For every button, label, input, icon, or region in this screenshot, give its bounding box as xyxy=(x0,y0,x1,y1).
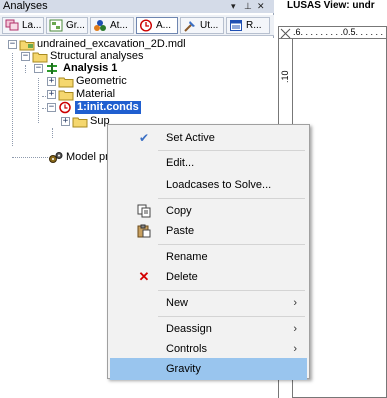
dock-pin-icon[interactable]: ⊥ xyxy=(244,0,252,12)
analyses-icon xyxy=(139,19,153,32)
tree-connector xyxy=(12,157,48,158)
panel-title: Analyses xyxy=(3,0,48,12)
tree-connector xyxy=(38,78,39,123)
tab-analyses[interactable]: A... xyxy=(136,17,178,34)
context-menu: ✔ Set Active Edit... Loadcases to Solve.… xyxy=(107,124,310,380)
utilities-icon xyxy=(184,21,195,32)
expand-toggle[interactable]: + xyxy=(61,117,70,126)
loadcase-clock-icon xyxy=(59,101,71,114)
submenu-arrow-icon: › xyxy=(293,343,297,355)
menu-separator xyxy=(158,316,305,317)
tree-node-label: Analysis 1 xyxy=(63,62,118,74)
submenu-arrow-icon: › xyxy=(293,323,297,335)
menu-item-label: Loadcases to Solve... xyxy=(166,179,272,191)
tree-connector xyxy=(52,128,53,138)
paste-icon xyxy=(137,224,151,238)
tab-label: La... xyxy=(22,20,42,31)
menu-item-label: Copy xyxy=(166,205,192,217)
folder-icon xyxy=(58,77,74,88)
folder-icon xyxy=(72,117,88,128)
tree-node-label: Material xyxy=(76,88,116,100)
tab-label: At... xyxy=(110,20,128,31)
menu-item-new[interactable]: New › xyxy=(110,292,307,314)
tree-connector xyxy=(25,65,26,73)
menu-item-gravity[interactable]: Gravity xyxy=(110,358,307,380)
expand-toggle[interactable]: + xyxy=(47,77,56,86)
menu-separator xyxy=(158,244,305,245)
menu-item-loadcases-to-solve[interactable]: Loadcases to Solve... xyxy=(110,174,307,196)
attributes-icon xyxy=(94,20,106,31)
menu-item-label: Deassign xyxy=(166,323,212,335)
collapse-toggle[interactable]: − xyxy=(8,40,17,49)
menu-item-set-active[interactable]: ✔ Set Active xyxy=(110,127,307,149)
menu-item-label: Gravity xyxy=(166,363,201,375)
menu-item-label: Edit... xyxy=(166,157,195,169)
submenu-arrow-icon: › xyxy=(293,297,297,309)
reports-icon xyxy=(230,20,242,31)
tab-label: R... xyxy=(246,20,262,31)
layers-icon xyxy=(5,19,19,31)
menu-item-delete[interactable]: ✕ Delete xyxy=(110,266,307,288)
axis-corner-icon xyxy=(280,28,291,39)
tab-reports[interactable]: R... xyxy=(226,17,270,34)
menu-item-rename[interactable]: Rename xyxy=(110,246,307,268)
menu-item-controls[interactable]: Controls › xyxy=(110,338,307,360)
menu-item-label: Delete xyxy=(166,271,198,283)
menu-separator xyxy=(158,198,305,199)
menu-item-label: Set Active xyxy=(166,132,215,144)
menu-item-edit[interactable]: Edit... xyxy=(110,152,307,174)
expand-toggle[interactable]: + xyxy=(47,90,56,99)
pin-dropdown-icon[interactable]: ▾ xyxy=(231,0,236,12)
view-title: LUSAS View: undr xyxy=(275,0,387,13)
menu-item-deassign[interactable]: Deassign › xyxy=(110,318,307,340)
menu-item-label: Controls xyxy=(166,343,207,355)
menu-item-copy[interactable]: Copy xyxy=(110,200,307,222)
tree-node-label: Geometric xyxy=(76,75,127,87)
menu-separator xyxy=(158,290,305,291)
tab-label: A... xyxy=(156,20,172,31)
tab-groups[interactable]: Gr... xyxy=(46,17,88,34)
tab-label: Gr... xyxy=(66,20,85,31)
checkmark-icon: ✔ xyxy=(138,131,150,145)
menu-item-label: Rename xyxy=(166,251,208,263)
panel-tab-strip: La... Gr... At... A... Ut... R... xyxy=(0,15,274,36)
collapse-toggle[interactable]: − xyxy=(21,52,30,61)
menu-item-label: Paste xyxy=(166,225,195,237)
menu-item-paste[interactable]: Paste xyxy=(110,220,307,242)
tab-attributes[interactable]: At... xyxy=(90,17,134,34)
menu-separator xyxy=(158,150,305,151)
tree-node-label-selected: 1:init.conds xyxy=(75,101,141,114)
groups-icon xyxy=(49,19,63,32)
copy-icon xyxy=(137,204,151,218)
folder-icon xyxy=(58,90,74,101)
tree-connector xyxy=(12,53,13,146)
top-ruler-ticks: .6. . . . . . . . .0.5. . . . . . xyxy=(293,27,384,37)
tab-layers[interactable]: La... xyxy=(2,17,44,34)
left-ruler-ticks: .10 xyxy=(280,70,290,83)
menu-item-label: New xyxy=(166,297,189,309)
panel-title-bar: Analyses ▾ ⊥ ✕ xyxy=(0,0,274,13)
gears-icon xyxy=(49,152,63,163)
active-analysis-icon xyxy=(47,63,57,74)
top-ruler: .6. . . . . . . . .0.5. . . . . . xyxy=(279,27,387,39)
tab-utilities[interactable]: Ut... xyxy=(180,17,224,34)
delete-x-icon: ✕ xyxy=(138,269,150,284)
tab-label: Ut... xyxy=(200,20,219,31)
collapse-toggle[interactable]: − xyxy=(47,103,56,112)
close-panel-icon[interactable]: ✕ xyxy=(257,0,265,12)
collapse-toggle[interactable]: − xyxy=(34,64,43,73)
